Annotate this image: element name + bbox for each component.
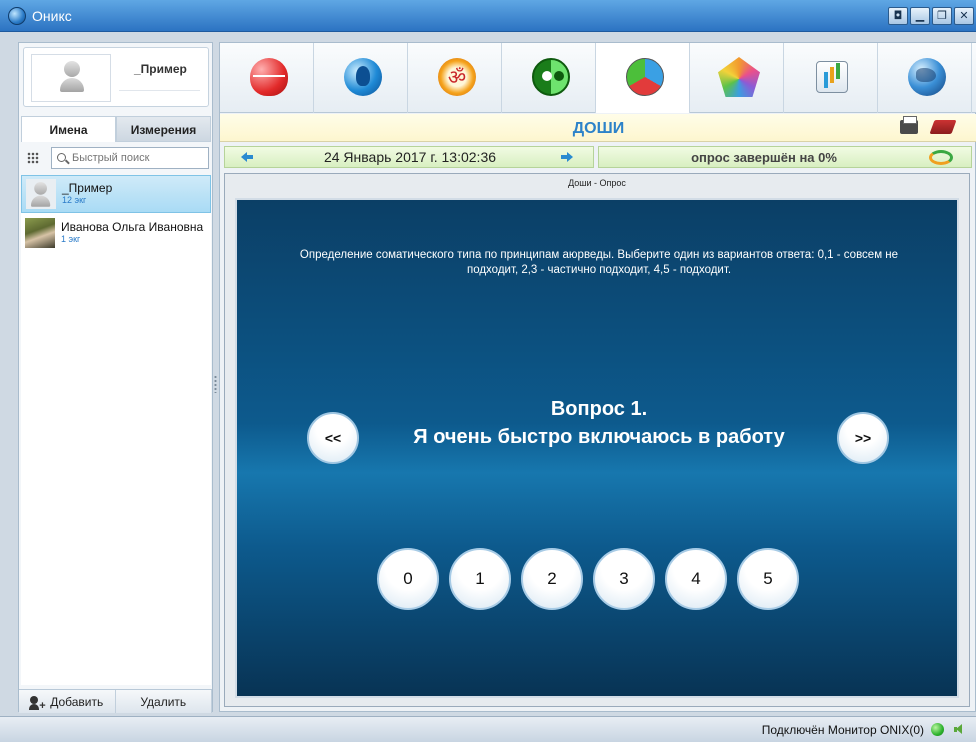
instruction-text: Определение соматического типа по принци…	[299, 249, 899, 276]
head-icon	[344, 58, 382, 96]
patient-list: _Пример 12 экг Иванова Ольга Ивановна 1 …	[21, 175, 211, 685]
delete-patient-button[interactable]: Удалить	[115, 690, 212, 713]
grid-menu-icon[interactable]	[27, 152, 39, 164]
close-button[interactable]: ✕	[954, 7, 974, 25]
minimize-button[interactable]: ▁	[910, 7, 930, 25]
globe-icon	[908, 58, 946, 96]
answer-button-4[interactable]: 4	[665, 548, 727, 610]
record-datetime: 24 Январь 2017 г. 13:02:36	[323, 149, 497, 165]
question-number: Вопрос 1.	[550, 398, 648, 420]
window-title: Оникс	[32, 8, 72, 24]
speaker-icon[interactable]	[954, 724, 964, 735]
list-item[interactable]: Иванова Ольга Ивановна 1 экг	[21, 215, 211, 253]
connection-status: Подключён Монитор ONIX(0)	[761, 723, 924, 737]
ecg-count: 1 экг	[61, 234, 81, 244]
patient-panel: _Пример Имена Измерения _Пример 12 экг И…	[18, 42, 213, 713]
answer-button-0[interactable]: 0	[377, 548, 439, 610]
add-user-icon: +	[29, 695, 46, 711]
tridosha-icon	[626, 58, 664, 96]
answer-button-1[interactable]: 1	[449, 548, 511, 610]
module-toolbar: ॐ	[220, 43, 976, 113]
answer-options: 0 1 2 3 4 5	[377, 548, 821, 612]
search-box	[51, 147, 209, 169]
patient-name: _Пример	[62, 181, 113, 195]
survey-progress: опрос завершён на 0%	[598, 146, 972, 168]
left-tabs: Имена Измерения	[21, 116, 211, 142]
title-bar: Оникс ◘ ▁ ❐ ✕	[0, 0, 976, 32]
bar-chart-icon	[816, 61, 848, 93]
user-silhouette-icon	[60, 61, 84, 95]
arrow-right-icon[interactable]	[561, 152, 573, 162]
answer-button-2[interactable]: 2	[521, 548, 583, 610]
panel-title: Доши - Опрос	[568, 178, 626, 188]
add-patient-button[interactable]: + Добавить	[19, 690, 116, 713]
printer-icon[interactable]	[900, 116, 918, 134]
connected-indicator-icon	[931, 723, 944, 736]
status-bar: Подключён Монитор ONIX(0)	[0, 716, 976, 742]
module-globe-button[interactable]	[878, 43, 972, 113]
progress-text: опрос завершён на 0%	[691, 150, 837, 165]
add-label: Добавить	[50, 695, 104, 709]
module-yin-yang-button[interactable]	[502, 43, 596, 113]
search-input[interactable]	[72, 150, 202, 166]
patient-name: Иванова Ольга Ивановна	[61, 220, 204, 234]
patient-photo	[25, 218, 55, 248]
tab-names[interactable]: Имена	[21, 116, 116, 142]
next-question-button[interactable]: >>	[837, 412, 889, 464]
answer-button-3[interactable]: 3	[593, 548, 655, 610]
maximize-button[interactable]: ❐	[932, 7, 952, 25]
module-pentagon-button[interactable]	[690, 43, 784, 113]
answer-button-5[interactable]: 5	[737, 548, 799, 610]
panel-splitter[interactable]	[214, 375, 217, 393]
patient-actions: + Добавить Удалить	[19, 689, 212, 713]
pentagon-icon	[718, 57, 760, 97]
yin-yang-icon	[532, 58, 570, 96]
heart-ecg-icon	[250, 58, 288, 96]
om-icon: ॐ	[438, 58, 476, 96]
tab-measurements[interactable]: Измерения	[116, 116, 211, 142]
module-chart-button[interactable]	[784, 43, 878, 113]
avatar	[26, 179, 56, 209]
module-head-button[interactable]	[314, 43, 408, 113]
section-title: ДОШИ	[572, 120, 625, 137]
restore-button[interactable]: ◘	[888, 7, 908, 25]
question-stage: Определение соматического типа по принци…	[235, 198, 959, 698]
module-dosha-button[interactable]	[596, 43, 690, 113]
module-om-button[interactable]: ॐ	[408, 43, 502, 113]
onyx-logo-icon	[8, 7, 26, 25]
refresh-icon[interactable]	[929, 150, 953, 165]
list-item[interactable]: _Пример 12 экг	[21, 175, 211, 213]
question-text: Я очень быстро включаюсь в работу	[413, 426, 785, 448]
search-row	[21, 146, 211, 170]
module-ecg-button[interactable]	[220, 43, 314, 113]
main-panel: ॐ ДОШИ 24 Январь 2017 г. 13:02:36 опрос …	[219, 42, 976, 712]
user-silhouette-icon	[31, 182, 51, 209]
date-navigator: 24 Январь 2017 г. 13:02:36	[224, 146, 594, 168]
profile-card[interactable]: _Пример	[23, 47, 209, 107]
profile-divider	[119, 90, 200, 91]
navigation-row: 24 Январь 2017 г. 13:02:36 опрос завершё…	[224, 146, 972, 168]
section-header: ДОШИ	[220, 114, 976, 142]
previous-question-button[interactable]: <<	[307, 412, 359, 464]
window-controls: ◘ ▁ ❐ ✕	[888, 7, 974, 25]
search-icon	[57, 153, 66, 162]
survey-panel: Доши - Опрос Определение соматического т…	[224, 173, 970, 707]
ecg-count: 12 экг	[62, 195, 87, 205]
avatar	[31, 54, 111, 102]
profile-name: _Пример	[134, 62, 187, 76]
